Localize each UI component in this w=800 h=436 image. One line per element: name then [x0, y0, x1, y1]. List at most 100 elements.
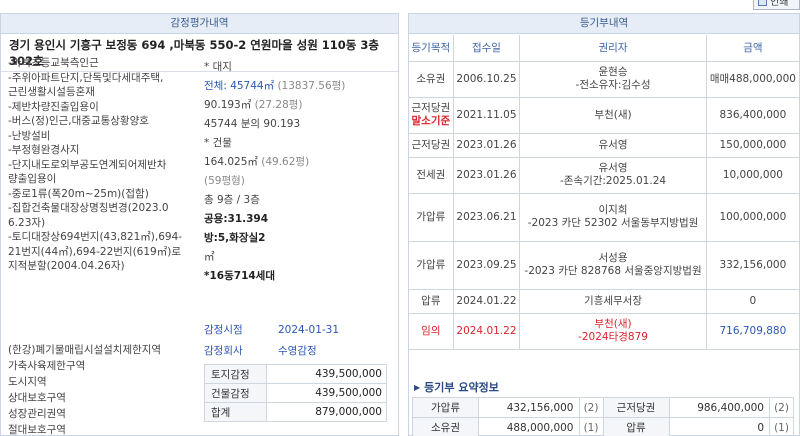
registry-row: 근저당권 2023.01.26 유서영 150,000,000	[409, 133, 799, 158]
appraisal-note-line: -부정형완경사지	[8, 144, 80, 156]
registry-column-header: 등기목적	[409, 35, 454, 62]
registry-row: 근저당권 말소기준 2021.11.05 부천(새) 836,400,000	[409, 97, 799, 134]
registry-date: 2023.01.26	[453, 157, 521, 194]
registry-holder-detail: -2023 카단 52302 서울동부지방법원	[527, 217, 699, 229]
registry-amount: 150,000,000	[706, 133, 799, 158]
registry-holder-name: 유서영	[598, 138, 628, 151]
registry-summary-title: ▶ 등기부 요약정보	[414, 379, 499, 395]
land-total-area: 전체: 45744㎡	[204, 80, 275, 92]
registry-holder: 유서영 -존속기간:2025.01.24	[519, 157, 707, 194]
registry-holder: 유서영	[519, 133, 707, 158]
registry-purpose-text: 근저당권	[411, 138, 451, 151]
registry-table: 등기목적 접수일 권리자 금액 소유권 2006.10.25 윤현승 -전소유자:김수성 매매…	[409, 35, 799, 350]
registry-purpose-text: 가압류	[416, 258, 446, 271]
summary-count: (1)	[769, 417, 794, 436]
summary-key: 압류	[602, 417, 670, 436]
room-info: 방:5,화장실2	[204, 232, 266, 244]
registry-holder-name: 기흥세무서장	[584, 294, 642, 307]
registry-holder-detail: -전소유자:김수성	[575, 79, 651, 91]
property-info: * 대지 전체: 45744㎡ (13837.56평) 90.193㎡ (27.…	[204, 58, 394, 286]
land-share-area: 90.193㎡	[204, 99, 252, 111]
zoning-list: (한강)폐기물매립시설설치제한지역 가축사육제한구역 도시지역 상대보호구역 성장관리권…	[8, 342, 203, 436]
appraisal-value-table: 토지감정 439,500,000 건물감정 439,500,000 합계 879,000,…	[204, 364, 387, 422]
appraisal-note-line: 지적분할(2004.04.26자)	[8, 260, 125, 272]
registry-amount: 10,000,000	[706, 157, 799, 194]
registry-purpose-text: 임의	[421, 324, 441, 337]
printer-icon	[758, 0, 767, 6]
registry-holder: 부천(새)	[519, 97, 707, 134]
registry-date: 2023.01.26	[453, 133, 521, 158]
registry-holder-detail: -존속기간:2025.01.24	[559, 175, 667, 187]
land-total: 전체: 45744㎡ (13837.56평)	[204, 77, 394, 96]
appraisal-panel-title: 감정평가내역	[1, 14, 398, 34]
registry-row: 가압류 2023.06.21 이지희 -2023 카단 52302 서울동부지방법원 1…	[409, 193, 799, 242]
registry-panel-title: 등기부내역	[409, 14, 799, 34]
registry-date: 2023.06.21	[453, 193, 521, 242]
registry-amount: 100,000,000	[706, 193, 799, 242]
cancel-basis-badge: 말소기준	[411, 115, 451, 127]
appraisal-note-line: -단지내도로외부공도연계되어제반차	[8, 158, 167, 171]
registry-holder-name: 윤현승	[598, 66, 628, 78]
common-area: 공용:31.394	[204, 213, 269, 225]
print-button-label: 인쇄	[770, 0, 789, 8]
appraisal-note-line: -버스(정)인근,대중교통상황양호	[8, 115, 149, 127]
appraisal-date-label: 감정시점	[204, 324, 243, 336]
registry-holder-name: 부천(새)	[594, 318, 632, 330]
appraisal-value-row: 합계 879,000,000	[204, 402, 387, 422]
registry-holder-detail: -2023 카단 828768 서울중앙지방법원	[524, 265, 702, 277]
registry-row: 소유권 2006.10.25 윤현승 -전소유자:김수성 매매488,000,000	[409, 61, 799, 98]
appraisal-company-label: 감정회사	[204, 345, 243, 357]
appraisal-value-amount: 439,500,000	[266, 364, 387, 384]
summary-value: 488,000,000	[478, 417, 580, 436]
zoning-item: 절대보호구역	[8, 424, 66, 436]
appraisal-note-line: 근린생활시설등혼재	[8, 86, 95, 98]
building-pyeong: (49.62평)	[261, 156, 310, 168]
registry-purpose: 근저당권	[409, 133, 454, 158]
registry-amount: 매매488,000,000	[706, 61, 799, 98]
appraisal-note-line: -토디대장상694번지(43,821㎡),694-	[8, 231, 183, 243]
registry-row: 가압류 2023.09.25 서성용 -2023 카단 828768 서울중앙지방법원…	[409, 241, 799, 290]
registry-amount: 716,709,880	[706, 313, 799, 350]
households: *16동714세대	[204, 270, 276, 282]
registry-purpose: 소유권	[409, 61, 454, 98]
triangle-right-icon: ▶	[414, 383, 421, 392]
registry-amount: 332,156,000	[706, 241, 799, 290]
summary-count: (2)	[769, 397, 794, 418]
appraisal-note-line: -마북초등교북측인근	[8, 57, 99, 69]
registry-purpose: 전세권	[409, 157, 454, 194]
zoning-item: (한강)폐기물매립시설설치제한지역	[8, 344, 162, 356]
building-area-value: 164.025㎡	[204, 156, 258, 168]
registry-purpose: 근저당권 말소기준	[409, 97, 454, 134]
registry-date: 2024.01.22	[453, 289, 521, 314]
registry-purpose-text: 소유권	[416, 72, 446, 85]
print-button[interactable]: 인쇄	[753, 0, 800, 10]
appraisal-meta: 감정시점 2024-01-31 감정회사 수영감정	[204, 320, 394, 362]
appraisal-note-line: -난방설비	[8, 129, 51, 142]
registry-purpose: 가압류	[409, 193, 454, 242]
registry-panel: 등기부내역 등기목적 접수일 권리자 금액 소유권 2006.10.25 윤현승 -전소유자…	[408, 13, 800, 436]
appraisal-notes: -마북초등교북측인근 -주위아파트단지,단독및다세대주택, 근린생활시설등혼재 -제반…	[8, 56, 198, 274]
registry-row: 압류 2024.01.22 기흥세무서장 0	[409, 289, 799, 314]
registry-amount: 0	[706, 289, 799, 314]
registry-date: 2024.01.22	[453, 313, 521, 350]
appraisal-note-line: 6.23자)	[8, 216, 46, 229]
registry-date: 2023.09.25	[453, 241, 521, 290]
appraisal-note-line: -중로1류(폭20m~25m)(접함)	[8, 187, 149, 200]
building-pyeong-type: (59평형)	[204, 175, 245, 187]
summary-count: (2)	[578, 397, 604, 418]
registry-purpose-text: 가압류	[416, 210, 446, 223]
registry-purpose-text: 전세권	[416, 168, 446, 181]
registry-holder-name: 유서영	[598, 162, 628, 174]
building-label: * 건물	[204, 137, 232, 149]
summary-count: (1)	[578, 417, 604, 436]
land-share-pyeong: (27.28평)	[254, 99, 303, 111]
land-share-text: 45744 분의 90.193	[204, 118, 301, 130]
registry-purpose: 임의	[409, 313, 454, 350]
registry-holder: 윤현승 -전소유자:김수성	[519, 61, 707, 98]
registry-holder: 부천(새) -2024타경879	[519, 313, 707, 350]
registry-column-header: 권리자	[519, 35, 707, 62]
zoning-item: 도시지역	[8, 376, 47, 388]
summary-row: 가압류 432,156,000 (2) 근저당권 986,400,000 (2)	[412, 397, 794, 418]
registry-column-header: 금액	[706, 35, 799, 62]
appraisal-company-value: 수영감정	[278, 345, 317, 357]
